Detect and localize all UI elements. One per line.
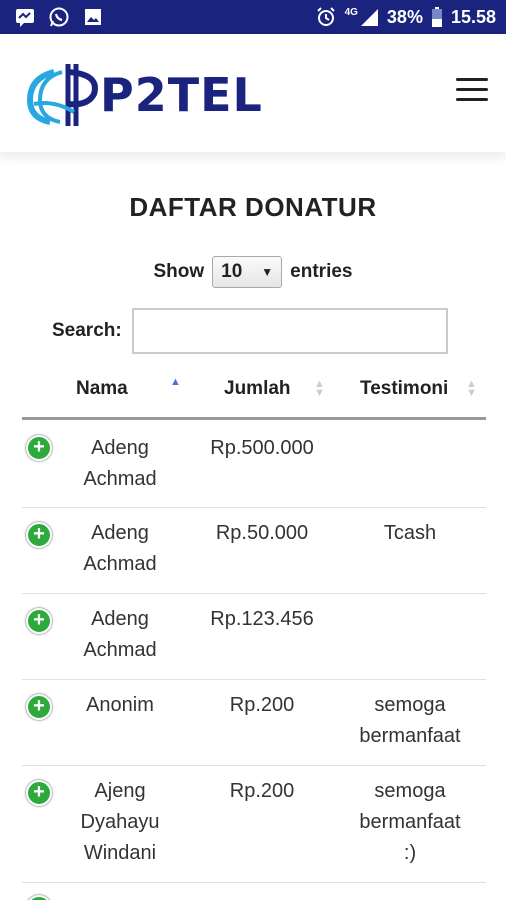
cell-nama: Anonim: [86, 694, 154, 716]
entries-length-control: Show 10 ▼ entries: [0, 256, 506, 288]
cell-jumlah: Rp.123.456: [210, 608, 314, 630]
table-row: + Adeng Achmad Rp.500.000: [22, 421, 486, 508]
entries-label: entries: [290, 261, 353, 282]
cell-jumlah: Rp.500.000: [210, 437, 314, 459]
chevron-down-icon: ▼: [261, 265, 274, 279]
show-label: Show: [153, 261, 205, 282]
entries-select[interactable]: 10 ▼: [212, 256, 283, 288]
entries-select-value: 10: [221, 261, 243, 282]
image-icon: [85, 9, 101, 25]
cell-nama: Adeng Achmad: [83, 437, 157, 490]
hamburger-menu-icon: [456, 78, 488, 81]
network-type: 4G: [344, 7, 358, 18]
table-row: + Anonim Rp.200 semoga bermanfaat: [22, 680, 486, 766]
battery-percent: 38%: [386, 6, 423, 27]
alarm-icon: [316, 7, 335, 26]
expand-row-button[interactable]: +: [26, 608, 52, 634]
column-header-nama[interactable]: Nama: [76, 378, 128, 400]
sort-ascending-icon[interactable]: ▲: [170, 377, 181, 388]
cell-nama: Adeng Achmad: [83, 608, 157, 661]
expand-row-button[interactable]: +: [26, 694, 52, 720]
cell-nama: Adeng Achmad: [83, 522, 157, 575]
logo-text: P2TEL: [100, 68, 263, 122]
hamburger-menu-button[interactable]: [456, 78, 488, 104]
app-header: P2TEL: [0, 34, 506, 152]
battery-icon: [431, 7, 442, 27]
clock: 15.58: [450, 6, 496, 27]
cell-jumlah: Rp.200: [229, 780, 295, 802]
search-label: Search:: [52, 320, 122, 341]
table-row: + Adeng Achmad Rp.50.000 Tcash: [22, 508, 486, 594]
expand-row-button[interactable]: +: [26, 522, 52, 548]
p2tel-logo-mark: [26, 64, 98, 126]
status-bar: 4G 38% 15.58: [0, 0, 506, 34]
sort-both-icon[interactable]: ▲ ▼: [314, 379, 325, 399]
table-row: +: [22, 883, 486, 900]
expand-row-button[interactable]: +: [26, 435, 52, 461]
sort-both-icon[interactable]: ▲ ▼: [466, 379, 477, 399]
search-input[interactable]: [131, 308, 448, 354]
table-row: + Adeng Achmad Rp.123.456: [22, 594, 486, 680]
cell-jumlah: Rp.50.000: [215, 522, 309, 544]
cell-testimoni: semoga bermanfaat: [359, 694, 461, 747]
search-control: Search:: [52, 308, 448, 354]
page-title: DAFTAR DONATUR: [129, 192, 377, 222]
cell-nama: Ajeng Dyahayu Windani: [80, 780, 160, 864]
table-row: + Ajeng Dyahayu Windani Rp.200 semoga be…: [22, 766, 486, 883]
column-header-jumlah[interactable]: Jumlah: [224, 378, 291, 400]
cell-jumlah: Rp.200: [229, 694, 295, 716]
cell-testimoni: semoga bermanfaat :): [359, 780, 461, 864]
table-header: Nama ▲ Jumlah ▲ ▼ Testimoni ▲ ▼: [22, 366, 486, 420]
expand-row-button[interactable]: +: [26, 780, 52, 806]
cell-testimoni: Tcash: [383, 522, 437, 544]
signal-icon: [360, 9, 378, 26]
messenger-icon: [16, 9, 34, 27]
logo[interactable]: P2TEL: [24, 60, 263, 130]
expand-row-button[interactable]: +: [26, 895, 52, 900]
column-header-testimoni[interactable]: Testimoni: [360, 378, 448, 400]
whatsapp-icon: [49, 7, 69, 27]
